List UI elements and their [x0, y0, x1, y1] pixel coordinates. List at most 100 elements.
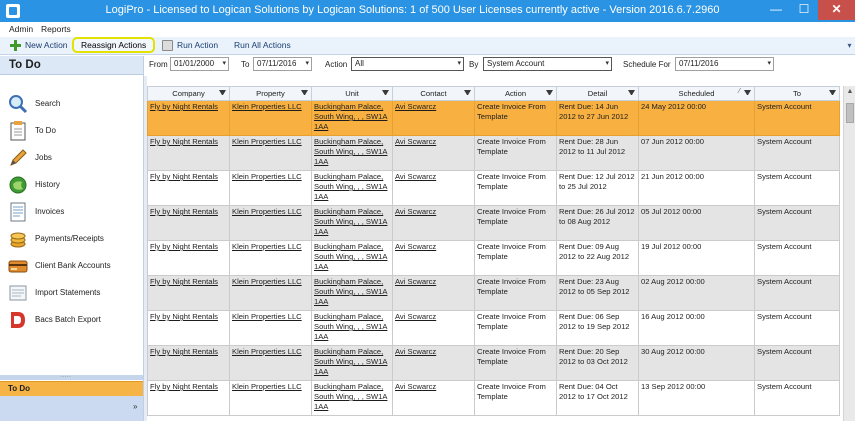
toolbar-overflow-icon[interactable]: ▾ [845, 38, 854, 53]
table-row[interactable]: Fly by Night Rentals Klein Properties LLC… [147, 380, 840, 416]
cell-property[interactable]: Klein Properties LLC [229, 170, 312, 206]
column-header-detail[interactable]: Detail [556, 86, 639, 101]
column-header-unit[interactable]: Unit [311, 86, 393, 101]
cell-property[interactable]: Klein Properties LLC [229, 380, 312, 416]
to-date-field[interactable]: 07/11/2016 ▾ [253, 57, 312, 71]
action-select[interactable]: All ▾ [351, 57, 464, 71]
sidebar-footer-todo[interactable]: To Do [0, 381, 143, 396]
reassign-actions-button[interactable]: Reassign Actions [72, 37, 156, 53]
column-header-company[interactable]: Company [147, 86, 230, 101]
table-row[interactable]: Fly by Night Rentals Klein Properties LLC… [147, 345, 840, 381]
schedule-for-field[interactable]: 07/11/2016 ▾ [675, 57, 774, 71]
cell-unit[interactable]: Buckingham Palace, South Wing, , , SW1A … [311, 345, 393, 381]
run-all-actions-button[interactable]: Run All Actions [234, 38, 291, 54]
by-select[interactable]: System Account ▾ [483, 57, 612, 71]
table-row[interactable]: Fly by Night Rentals Klein Properties LLC… [147, 205, 840, 241]
sidebar-item-bacs-batch-export[interactable]: Bacs Batch Export [0, 308, 143, 332]
cell-unit[interactable]: Buckingham Palace, South Wing, , , SW1A … [311, 240, 393, 276]
sidebar-item-jobs[interactable]: Jobs [0, 146, 143, 170]
cell-contact[interactable]: Avi Scwarcz [392, 240, 475, 276]
search-icon [8, 94, 28, 114]
filter-icon[interactable] [382, 90, 389, 97]
filter-icon[interactable] [628, 90, 635, 97]
cell-property[interactable]: Klein Properties LLC [229, 310, 312, 346]
sidebar-item-import-statements[interactable]: Import Statements [0, 281, 143, 305]
table-row[interactable]: Fly by Night Rentals Klein Properties LLC… [147, 170, 840, 206]
cell-company[interactable]: Fly by Night Rentals [147, 100, 230, 136]
expand-icon[interactable]: » [133, 402, 137, 411]
filter-icon[interactable] [546, 90, 553, 97]
cell-property[interactable]: Klein Properties LLC [229, 345, 312, 381]
cell-contact[interactable]: Avi Scwarcz [392, 205, 475, 241]
sidebar-item-search[interactable]: Search [0, 92, 143, 116]
cell-contact[interactable]: Avi Scwarcz [392, 100, 475, 136]
cell-contact[interactable]: Avi Scwarcz [392, 380, 475, 416]
table-row[interactable]: Fly by Night Rentals Klein Properties LLC… [147, 135, 840, 171]
cell-company[interactable]: Fly by Night Rentals [147, 275, 230, 311]
grid-top-strip [145, 74, 855, 86]
sidebar-item-todo[interactable]: To Do [0, 119, 143, 143]
sidebar-item-invoices[interactable]: Invoices [0, 200, 143, 224]
action-select-value: All [355, 59, 364, 68]
cell-unit[interactable]: Buckingham Palace, South Wing, , , SW1A … [311, 100, 393, 136]
run-action-icon [162, 40, 173, 51]
sidebar-item-history[interactable]: History [0, 173, 143, 197]
vertical-scrollbar[interactable]: ▲ [843, 86, 855, 421]
from-date-field[interactable]: 01/01/2000 ▾ [170, 57, 229, 71]
cell-company[interactable]: Fly by Night Rentals [147, 135, 230, 171]
cell-company[interactable]: Fly by Night Rentals [147, 310, 230, 346]
filter-icon[interactable] [301, 90, 308, 97]
chevron-down-icon: ▾ [222, 60, 226, 67]
cell-contact[interactable]: Avi Scwarcz [392, 135, 475, 171]
cell-company[interactable]: Fly by Night Rentals [147, 205, 230, 241]
cell-scheduled: 24 May 2012 00:00 [638, 100, 755, 136]
column-header-contact[interactable]: Contact [392, 86, 475, 101]
minimize-button[interactable]: — [762, 0, 790, 20]
cell-contact[interactable]: Avi Scwarcz [392, 170, 475, 206]
cell-contact[interactable]: Avi Scwarcz [392, 275, 475, 311]
sidebar-item-payments[interactable]: Payments/Receipts [0, 227, 143, 251]
menu-admin[interactable]: Admin [9, 24, 33, 34]
maximize-button[interactable]: ☐ [790, 0, 818, 20]
cell-contact[interactable]: Avi Scwarcz [392, 310, 475, 346]
cell-property[interactable]: Klein Properties LLC [229, 240, 312, 276]
cell-to: System Account [754, 240, 840, 276]
cell-company[interactable]: Fly by Night Rentals [147, 170, 230, 206]
cell-property[interactable]: Klein Properties LLC [229, 135, 312, 171]
cell-unit[interactable]: Buckingham Palace, South Wing, , , SW1A … [311, 170, 393, 206]
cell-action: Create Invoice From Template [474, 380, 557, 416]
cell-company[interactable]: Fly by Night Rentals [147, 380, 230, 416]
close-button[interactable]: ✕ [818, 0, 855, 20]
menu-reports[interactable]: Reports [41, 24, 71, 34]
column-header-action[interactable]: Action [474, 86, 557, 101]
table-row[interactable]: Fly by Night Rentals Klein Properties LLC… [147, 310, 840, 346]
filter-icon[interactable] [829, 90, 836, 97]
cell-unit[interactable]: Buckingham Palace, South Wing, , , SW1A … [311, 135, 393, 171]
cell-property[interactable]: Klein Properties LLC [229, 100, 312, 136]
cell-contact[interactable]: Avi Scwarcz [392, 345, 475, 381]
column-header-to[interactable]: To [754, 86, 840, 101]
filter-icon[interactable] [219, 90, 226, 97]
filter-icon[interactable] [464, 90, 471, 97]
sidebar-item-client-bank-accounts[interactable]: Client Bank Accounts [0, 254, 143, 278]
cell-unit[interactable]: Buckingham Palace, South Wing, , , SW1A … [311, 205, 393, 241]
scroll-up-icon[interactable]: ▲ [844, 88, 855, 95]
cell-unit[interactable]: Buckingham Palace, South Wing, , , SW1A … [311, 310, 393, 346]
table-row[interactable]: Fly by Night Rentals Klein Properties LLC… [147, 240, 840, 276]
column-header-scheduled[interactable]: Scheduled ⁄ [638, 86, 755, 101]
table-row[interactable]: Fly by Night Rentals Klein Properties LLC… [147, 275, 840, 311]
sidebar-splitter[interactable] [0, 370, 143, 380]
scrollbar-thumb[interactable] [846, 103, 854, 123]
new-action-button[interactable]: New Action [25, 38, 68, 54]
cell-property[interactable]: Klein Properties LLC [229, 275, 312, 311]
table-row-selected[interactable]: Fly by Night Rentals Klein Properties LLC… [147, 100, 840, 136]
cell-property[interactable]: Klein Properties LLC [229, 205, 312, 241]
cell-unit[interactable]: Buckingham Palace, South Wing, , , SW1A … [311, 380, 393, 416]
cell-company[interactable]: Fly by Night Rentals [147, 345, 230, 381]
column-header-property[interactable]: Property [229, 86, 312, 101]
filter-icon[interactable] [744, 90, 751, 97]
column-header-label: Action [504, 89, 527, 98]
cell-company[interactable]: Fly by Night Rentals [147, 240, 230, 276]
run-action-button[interactable]: Run Action [177, 38, 218, 54]
cell-unit[interactable]: Buckingham Palace, South Wing, , , SW1A … [311, 275, 393, 311]
